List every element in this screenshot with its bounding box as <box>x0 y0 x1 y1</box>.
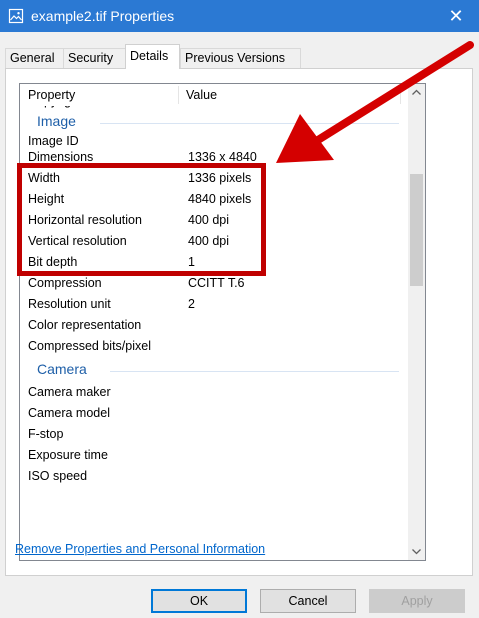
property-name: Compression <box>28 276 102 290</box>
group-label: Camera <box>37 361 91 377</box>
close-icon[interactable]: ✕ <box>433 0 479 32</box>
table-row[interactable]: Width 1336 pixels <box>20 168 409 188</box>
property-value: 4840 pixels <box>188 192 252 206</box>
tab-label: Security <box>68 51 114 65</box>
table-row[interactable]: ISO speed <box>20 466 409 486</box>
scroll-down-arrow-icon[interactable] <box>408 543 425 560</box>
group-header-image[interactable]: Image <box>20 111 409 133</box>
property-name: Horizontal resolution <box>28 213 142 227</box>
column-header-value[interactable]: Value <box>186 88 217 102</box>
table-row[interactable]: Bit depth 1 <box>20 252 409 272</box>
table-row[interactable]: Color representation <box>20 315 409 335</box>
property-name: Resolution unit <box>28 297 111 311</box>
property-value: 400 dpi <box>188 213 230 227</box>
property-rows: Copyright Image Image ID Dimensions 1336… <box>20 84 409 560</box>
property-value: 1336 x 4840 <box>188 150 257 164</box>
vertical-scrollbar[interactable] <box>408 84 425 560</box>
property-value: 2 <box>188 297 195 311</box>
group-divider <box>110 371 399 372</box>
property-name: Color representation <box>28 318 142 332</box>
apply-button[interactable]: Apply <box>369 589 465 613</box>
column-header-property[interactable]: Property <box>28 88 75 102</box>
tab-label: Details <box>130 49 169 63</box>
column-divider[interactable] <box>178 86 179 104</box>
property-name: ISO speed <box>28 469 88 483</box>
tab-security[interactable]: Security <box>63 48 126 68</box>
table-row[interactable]: Compressed bits/pixel <box>20 336 409 356</box>
tab-previous-versions[interactable]: Previous Versions <box>180 48 301 68</box>
table-row[interactable]: Image ID <box>20 134 409 148</box>
property-value: CCITT T.6 <box>188 276 245 290</box>
property-name: Exposure time <box>28 448 108 462</box>
cancel-button[interactable]: Cancel <box>260 589 356 613</box>
remove-properties-link[interactable]: Remove Properties and Personal Informati… <box>15 542 265 556</box>
tab-general[interactable]: General <box>5 48 64 68</box>
property-value: 400 dpi <box>188 234 230 248</box>
title-bar: example2.tif Properties ✕ <box>0 0 479 32</box>
property-name: Camera model <box>28 406 110 420</box>
properties-dialog: General Security Details Previous Versio… <box>0 32 479 618</box>
property-list[interactable]: Copyright Image Image ID Dimensions 1336… <box>19 83 426 561</box>
table-row[interactable]: Horizontal resolution 400 dpi <box>20 210 409 230</box>
property-name: Image ID <box>28 134 79 148</box>
property-value: 1336 pixels <box>188 171 252 185</box>
scroll-up-arrow-icon[interactable] <box>408 84 425 101</box>
tab-label: Previous Versions <box>185 51 286 65</box>
tab-label: General <box>10 51 55 65</box>
group-header-camera[interactable]: Camera <box>20 359 409 381</box>
table-row[interactable]: Resolution unit 2 <box>20 294 409 314</box>
property-name: F-stop <box>28 427 64 441</box>
property-name: Bit depth <box>28 255 78 269</box>
group-label: Image <box>37 113 80 129</box>
details-panel: Copyright Image Image ID Dimensions 1336… <box>5 68 473 576</box>
table-row[interactable]: Vertical resolution 400 dpi <box>20 231 409 251</box>
table-row[interactable]: Camera maker <box>20 382 409 402</box>
property-value: 1 <box>188 255 195 269</box>
group-divider <box>100 123 399 124</box>
window-title: example2.tif Properties <box>31 8 175 24</box>
property-name: Camera maker <box>28 385 111 399</box>
image-file-icon <box>8 8 24 24</box>
list-header: Property Value <box>20 84 409 106</box>
property-name: Width <box>28 171 60 185</box>
tab-details[interactable]: Details <box>125 44 180 69</box>
table-row[interactable]: F-stop <box>20 424 409 444</box>
scroll-thumb[interactable] <box>410 174 423 286</box>
column-divider[interactable] <box>400 86 401 104</box>
property-name: Height <box>28 192 65 206</box>
table-row[interactable]: Exposure time <box>20 445 409 465</box>
table-row[interactable]: Compression CCITT T.6 <box>20 273 409 293</box>
property-name: Compressed bits/pixel <box>28 339 151 353</box>
table-row[interactable]: Camera model <box>20 403 409 423</box>
property-name: Dimensions <box>28 150 94 164</box>
property-name: Vertical resolution <box>28 234 127 248</box>
table-row[interactable]: Dimensions 1336 x 4840 <box>20 147 409 167</box>
table-row[interactable]: Height 4840 pixels <box>20 189 409 209</box>
ok-button[interactable]: OK <box>151 589 247 613</box>
